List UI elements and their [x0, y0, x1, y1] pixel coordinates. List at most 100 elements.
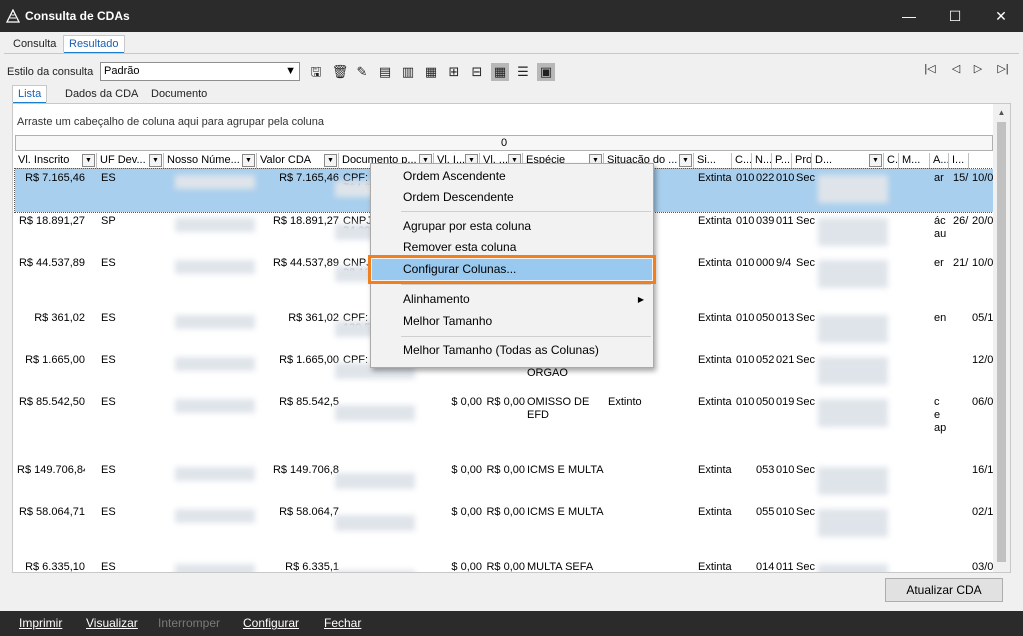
table-row[interactable]: R$ 149.706,84 ES R$ 149.706,8 $ 0,00 R$ 0,00…: [15, 461, 993, 503]
column-header[interactable]: C...: [884, 153, 899, 169]
tab-documento[interactable]: Documento: [145, 85, 213, 103]
redacted-field: [818, 564, 888, 572]
table-row[interactable]: R$ 85.542,50 ES R$ 85.542,5 $ 0,00 R$ 0,00 OM…: [15, 393, 993, 461]
table-cell: R$ 6.335,1: [285, 561, 339, 573]
redacted-field: [818, 260, 888, 288]
maximize-button[interactable]: ☐: [932, 0, 978, 32]
preview-button[interactable]: Visualizar: [86, 616, 138, 630]
table-cell: Extinta: [698, 215, 732, 227]
minimize-button[interactable]: —: [886, 0, 932, 32]
table-cell: R$ 149.706,84: [17, 464, 85, 476]
menu-configure-columns[interactable]: Configurar Colunas...: [368, 255, 656, 284]
table-cell: 053: [756, 464, 775, 476]
menu-remove-column[interactable]: Remover esta coluna: [372, 237, 652, 258]
column-header[interactable]: Valor CDA ▼: [257, 153, 339, 169]
redacted-field: [175, 357, 255, 371]
column-header[interactable]: Nosso Núme... ▼: [164, 153, 257, 169]
column-header[interactable]: A...: [930, 153, 949, 169]
table-cell: EFD: [527, 409, 549, 421]
tab-lista[interactable]: Lista: [12, 85, 48, 104]
column-header[interactable]: UF Dev... ▼: [97, 153, 164, 169]
update-cda-button[interactable]: Atualizar CDA: [885, 578, 1003, 602]
table-cell: ES: [101, 396, 116, 408]
last-record-icon[interactable]: ▷|: [995, 62, 1011, 76]
interrupt-button[interactable]: Interromper: [158, 616, 220, 630]
table-cell: R$ 1.665,00: [25, 354, 85, 366]
table-cell: ES: [101, 312, 116, 324]
column-filter-icon[interactable]: ▼: [82, 154, 95, 167]
print-button[interactable]: Imprimir: [19, 616, 62, 630]
redacted-field: [818, 315, 888, 343]
table-cell: R$ 44.537,89: [18, 257, 85, 269]
table-cell: Sec: [796, 215, 815, 227]
menu-group-by-column[interactable]: Agrupar por esta coluna: [372, 216, 652, 237]
chevron-down-icon[interactable]: ▼: [285, 63, 296, 80]
column-filter-icon[interactable]: ▼: [679, 154, 692, 167]
redacted-field: [818, 218, 888, 246]
export-excel-icon[interactable]: ▤: [376, 63, 394, 81]
column-header[interactable]: C...: [732, 153, 752, 169]
table-cell: 20/0: [972, 215, 994, 227]
table-cell: ES: [101, 506, 116, 518]
table-cell: 010: [736, 312, 755, 324]
menu-best-fit-all[interactable]: Melhor Tamanho (Todas as Colunas): [372, 340, 652, 361]
tab-resultado[interactable]: Resultado: [63, 35, 125, 54]
window: Consulta de CDAs — ☐ ✕ Consulta Resultad…: [0, 0, 1023, 636]
column-header[interactable]: P...: [772, 153, 792, 169]
table-cell: 022: [756, 172, 775, 184]
column-header[interactable]: Vl. Inscrito ▼: [15, 153, 97, 169]
menu-alignment[interactable]: Alinhamento ▶: [372, 289, 652, 310]
table-cell: 055: [756, 506, 775, 518]
style-select[interactable]: Padrão ▼: [100, 62, 300, 81]
table-cell: Extinta: [698, 312, 732, 324]
column-header[interactable]: N...: [752, 153, 772, 169]
save-icon[interactable]: 🖫: [307, 63, 325, 81]
table-row[interactable]: R$ 58.064,71 ES R$ 58.064,7 $ 0,00 R$ 0,00 IC…: [15, 503, 993, 558]
tree-icon[interactable]: ⊞: [445, 63, 463, 81]
scroll-thumb[interactable]: [997, 122, 1006, 562]
column-header[interactable]: D... ▼: [812, 153, 884, 169]
scroll-up-icon[interactable]: ▲: [993, 106, 1010, 120]
next-record-icon[interactable]: ▷: [970, 62, 986, 76]
form-view-icon[interactable]: ▣: [537, 63, 555, 81]
band-header[interactable]: 0: [15, 135, 993, 151]
table-cell: R$ 0,00: [486, 396, 525, 408]
redacted-field: [175, 564, 255, 572]
menu-sort-descending[interactable]: Ordem Descendente: [372, 187, 652, 208]
style-label: Estilo da consulta: [7, 66, 94, 78]
column-header[interactable]: Procurad...: [792, 153, 812, 169]
edit-icon[interactable]: ✎: [353, 63, 371, 81]
menu-best-fit[interactable]: Melhor Tamanho: [372, 311, 652, 332]
previous-record-icon[interactable]: ◁: [948, 62, 964, 76]
redacted-field: [175, 175, 255, 189]
column-filter-icon[interactable]: ▼: [149, 154, 162, 167]
column-header[interactable]: I...: [949, 153, 969, 169]
table-cell: R$ 7.165,46: [279, 172, 339, 184]
column-filter-icon[interactable]: ▼: [242, 154, 255, 167]
close-action-button[interactable]: Fechar: [324, 616, 361, 630]
column-filter-icon[interactable]: ▼: [324, 154, 337, 167]
table-cell: R$ 58.064,7: [279, 506, 339, 518]
document-icon[interactable]: ▥: [399, 63, 417, 81]
first-record-icon[interactable]: |◁: [922, 62, 938, 76]
group-by-hint: Arraste um cabeçalho de coluna aqui para…: [17, 116, 324, 128]
list-view-icon[interactable]: ☰: [514, 63, 532, 81]
delete-icon[interactable]: 🗑: [331, 63, 349, 81]
column-filter-icon[interactable]: ▼: [869, 154, 882, 167]
menu-sort-ascending[interactable]: Ordem Ascendente: [372, 166, 652, 187]
table-row[interactable]: R$ 6.335,10 ES R$ 6.335,1 $ 0,00 R$ 0,00 MULT…: [15, 558, 993, 573]
group-icon[interactable]: ⊟: [468, 63, 486, 81]
vertical-scrollbar[interactable]: ▲: [993, 104, 1010, 572]
column-header[interactable]: Si...: [694, 153, 732, 169]
close-button[interactable]: ✕: [978, 0, 1023, 32]
table-cell: au: [934, 228, 947, 240]
table-cell: Extinta: [698, 257, 732, 269]
menu-separator: [401, 211, 651, 212]
tab-dados-cda[interactable]: Dados da CDA: [59, 85, 144, 103]
column-header[interactable]: M...: [899, 153, 930, 169]
tab-consulta[interactable]: Consulta: [7, 35, 62, 53]
layout-icon[interactable]: ▦: [422, 63, 440, 81]
configure-button[interactable]: Configurar: [243, 616, 299, 630]
redacted-field: [335, 570, 415, 572]
grid-view-icon[interactable]: ▦: [491, 63, 509, 81]
